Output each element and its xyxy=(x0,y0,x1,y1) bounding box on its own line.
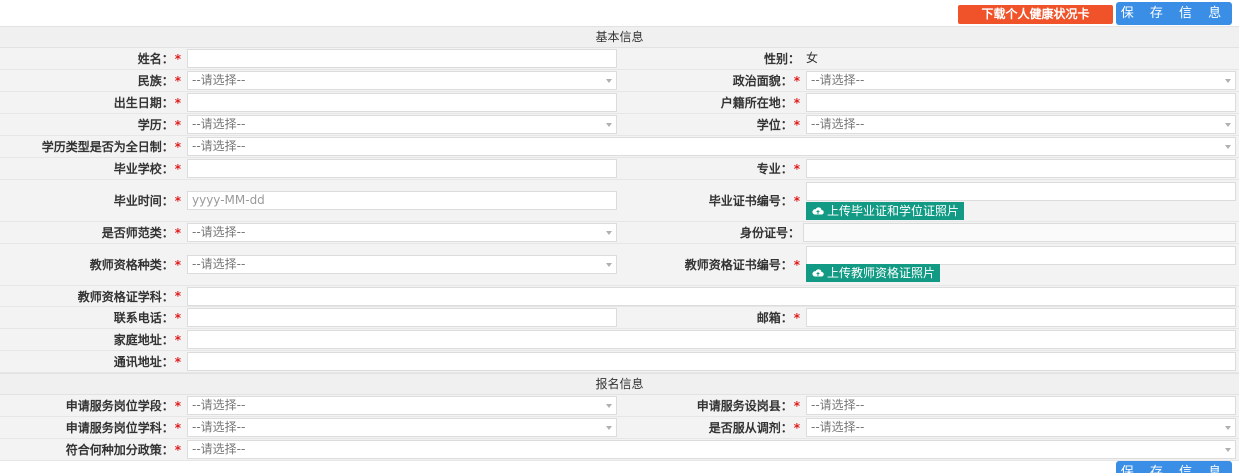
label-gender: 性别： xyxy=(763,52,800,66)
chevron-down-icon xyxy=(1225,145,1231,149)
ethnicity-select[interactable]: --请选择-- xyxy=(187,71,617,90)
section-basic-info: 基本信息 xyxy=(0,26,1239,48)
row-mail-addr: 通讯地址： * xyxy=(0,351,1239,373)
major-input[interactable] xyxy=(806,159,1236,178)
label-cert-no: 毕业证书编号： * xyxy=(708,193,800,209)
chevron-down-icon xyxy=(606,263,612,267)
accept-transfer-select[interactable]: --请选择-- xyxy=(806,418,1236,437)
row-home-addr: 家庭地址： * xyxy=(0,329,1239,351)
label-phone: 联系电话： * xyxy=(113,310,181,326)
chevron-down-icon xyxy=(606,404,612,408)
row-phone-email: 联系电话： * 邮箱： * xyxy=(0,307,1239,329)
upload-teacher-cert-button[interactable]: 上传教师资格证照片 xyxy=(806,264,941,282)
label-major: 专业： * xyxy=(756,161,800,177)
label-teacher-cert-type: 教师资格种类： * xyxy=(89,257,181,273)
teacher-cert-subject-input[interactable] xyxy=(187,287,1236,306)
label-hukou: 户籍所在地： * xyxy=(720,95,800,111)
phone-input[interactable] xyxy=(187,308,617,327)
teacher-cert-no-input[interactable] xyxy=(806,246,1236,265)
label-teacher-cert-no: 教师资格证书编号： * xyxy=(684,257,800,273)
row-school-major: 毕业学校： * 专业： * xyxy=(0,158,1239,180)
chevron-down-icon xyxy=(606,231,612,235)
row-name-gender: 姓名： * 性别： 女 xyxy=(0,48,1239,70)
school-input[interactable] xyxy=(187,159,617,178)
apply-subject-select[interactable]: --请选择-- xyxy=(187,418,617,437)
degree-select[interactable]: --请选择-- xyxy=(806,115,1236,134)
row-education-degree: 学历： * --请选择-- 学位： * --请选择-- xyxy=(0,114,1239,136)
label-apply-subject: 申请服务岗位学科： * xyxy=(65,420,181,436)
fulltime-select[interactable]: --请选择-- xyxy=(187,137,1236,156)
label-education: 学历： * xyxy=(137,117,181,133)
label-birth-date: 出生日期： * xyxy=(113,95,181,111)
label-political: 政治面貌： * xyxy=(732,73,800,89)
label-id-no: 身份证号： xyxy=(739,226,800,240)
section-signup-info: 报名信息 xyxy=(0,373,1239,395)
normal-major-select[interactable]: --请选择-- xyxy=(187,223,617,242)
mail-addr-input[interactable] xyxy=(187,352,1236,371)
row-apply-stage-county: 申请服务岗位学段： * --请选择-- 申请服务设岗县： * --请选择-- xyxy=(0,395,1239,417)
top-toolbar: 下载个人健康状况卡 保 存 信 息 xyxy=(0,0,1239,26)
label-ethnicity: 民族： * xyxy=(137,73,181,89)
row-teacher-subject: 教师资格证学科： * xyxy=(0,286,1239,307)
chevron-down-icon xyxy=(606,123,612,127)
row-birth-hukou: 出生日期： * 户籍所在地： * xyxy=(0,92,1239,114)
name-input[interactable] xyxy=(187,49,617,68)
cloud-upload-icon xyxy=(812,269,824,277)
label-home-addr: 家庭地址： * xyxy=(113,332,181,348)
cert-no-input[interactable] xyxy=(806,182,1236,201)
label-apply-county: 申请服务设岗县： * xyxy=(696,398,800,414)
row-fulltime: 学历类型是否为全日制： * --请选择-- xyxy=(0,136,1239,158)
chevron-down-icon xyxy=(606,426,612,430)
id-no-field xyxy=(803,223,1236,242)
chevron-down-icon xyxy=(1225,426,1231,430)
chevron-down-icon xyxy=(1225,448,1231,452)
row-apply-subject-transfer: 申请服务岗位学科： * --请选择-- 是否服从调剂： * --请选择-- xyxy=(0,417,1239,439)
row-gradtime-certno: 毕业时间： * yyyy-MM-dd 毕业证书编号： * 上传毕业证和学位证照片 xyxy=(0,180,1239,222)
row-teacher-cert: 教师资格种类： * --请选择-- 教师资格证书编号： * 上传教师资格证照片 xyxy=(0,244,1239,286)
label-fulltime: 学历类型是否为全日制： * xyxy=(41,139,181,155)
education-select[interactable]: --请选择-- xyxy=(187,115,617,134)
label-teacher-cert-subject: 教师资格证学科： * xyxy=(77,289,181,304)
label-mail-addr: 通讯地址： * xyxy=(113,354,181,370)
save-info-button[interactable]: 保 存 信 息 xyxy=(1116,2,1232,25)
label-name: 姓名： * xyxy=(137,51,181,67)
email-input[interactable] xyxy=(806,308,1236,327)
label-bonus-policy: 符合何种加分政策： * xyxy=(65,442,181,458)
gender-value: 女 xyxy=(806,51,819,65)
save-info-button-bottom[interactable]: 保 存 信 息 xyxy=(1116,461,1232,473)
cloud-upload-icon xyxy=(812,207,824,215)
chevron-down-icon xyxy=(1225,123,1231,127)
row-bonus-policy: 符合何种加分政策： * --请选择-- xyxy=(0,439,1239,461)
label-accept-transfer: 是否服从调剂： * xyxy=(708,420,800,436)
home-addr-input[interactable] xyxy=(187,330,1236,349)
label-email: 邮箱： * xyxy=(756,310,800,326)
row-ethnicity-political: 民族： * --请选择-- 政治面貌： * --请选择-- xyxy=(0,70,1239,92)
label-grad-time: 毕业时间： * xyxy=(113,193,181,209)
apply-stage-select[interactable]: --请选择-- xyxy=(187,396,617,415)
political-select[interactable]: --请选择-- xyxy=(806,71,1236,90)
row-normal-id: 是否师范类： * --请选择-- 身份证号： xyxy=(0,222,1239,244)
label-apply-stage: 申请服务岗位学段： * xyxy=(65,398,181,414)
hukou-input[interactable] xyxy=(806,93,1236,112)
teacher-cert-type-select[interactable]: --请选择-- xyxy=(187,255,617,274)
label-school: 毕业学校： * xyxy=(113,161,181,177)
bonus-policy-select[interactable]: --请选择-- xyxy=(187,440,1236,459)
download-health-card-button[interactable]: 下载个人健康状况卡 xyxy=(958,5,1113,24)
birth-date-input[interactable] xyxy=(187,93,617,112)
chevron-down-icon xyxy=(606,79,612,83)
apply-county-select[interactable]: --请选择-- xyxy=(806,396,1236,415)
label-normal-major: 是否师范类： * xyxy=(101,225,181,241)
upload-grad-photo-button[interactable]: 上传毕业证和学位证照片 xyxy=(806,202,965,220)
grad-time-input[interactable]: yyyy-MM-dd xyxy=(187,191,617,210)
label-degree: 学位： * xyxy=(756,117,800,133)
chevron-down-icon xyxy=(1225,79,1231,83)
